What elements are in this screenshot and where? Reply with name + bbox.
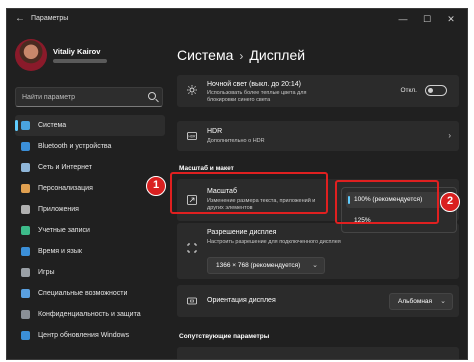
sidebar-item-label: Персонализация xyxy=(38,185,93,192)
night-light-card[interactable]: Ночной свет (выкл. до 20:14) Использоват… xyxy=(177,75,459,107)
brightness-icon xyxy=(187,85,197,95)
scale-section-title: Масштаб и макет xyxy=(179,165,234,172)
sidebar-item-label: Система xyxy=(38,122,67,129)
orientation-icon xyxy=(187,297,197,305)
breadcrumb-separator: › xyxy=(239,49,244,63)
highlight-scale-options xyxy=(335,180,439,224)
night-light-desc-2: блокировки синего света xyxy=(207,97,271,103)
search-input[interactable] xyxy=(22,91,142,103)
hdr-icon: HDR xyxy=(187,132,197,140)
user-name: Vitaliy Kairov xyxy=(53,47,101,56)
resolution-select[interactable]: 1366 × 768 (рекомендуется) ⌄ xyxy=(207,257,325,274)
highlight-scale-setting xyxy=(170,172,328,214)
search-box[interactable] xyxy=(15,87,163,107)
orientation-card[interactable]: Ориентация дисплея Альбомная ⌄ xyxy=(177,285,459,317)
title-bar: ← Параметры — ☐ ✕ xyxy=(7,9,467,31)
svg-text:HDR: HDR xyxy=(189,135,197,139)
night-light-title: Ночной свет (выкл. до 20:14) xyxy=(207,81,301,88)
hdr-title: HDR xyxy=(207,128,223,135)
resolution-value: 1366 × 768 (рекомендуется) xyxy=(216,262,301,269)
breadcrumb-parent[interactable]: Система xyxy=(177,47,233,63)
chevron-down-icon: ⌄ xyxy=(312,262,318,269)
sidebar-item-label: Игры xyxy=(38,269,55,276)
person-icon xyxy=(21,226,30,235)
orientation-select[interactable]: Альбомная ⌄ xyxy=(389,293,453,310)
step-badge-1: 1 xyxy=(146,176,166,196)
sidebar-item[interactable]: Система xyxy=(15,115,165,136)
app-title: Параметры xyxy=(31,15,69,22)
sidebar-item-label: Специальные возможности xyxy=(38,290,128,297)
sidebar-item-label: Приложения xyxy=(38,206,79,213)
sidebar-item[interactable]: Конфиденциальность и защита xyxy=(15,304,165,325)
bluetooth-icon xyxy=(21,142,30,151)
globe-clock-icon xyxy=(21,247,30,256)
night-light-toggle[interactable] xyxy=(425,85,447,96)
sidebar-item-label: Учетные записи xyxy=(38,227,90,234)
sidebar-item-label: Центр обновления Windows xyxy=(38,332,130,339)
maximize-button[interactable]: ☐ xyxy=(417,12,437,26)
resolution-icon xyxy=(187,243,197,253)
step-badge-2: 2 xyxy=(440,192,460,212)
sidebar-item[interactable]: Сеть и Интернет xyxy=(15,157,165,178)
sidebar-item[interactable]: Время и язык xyxy=(15,241,165,262)
resolution-desc: Настроить разрешение для подключенного д… xyxy=(207,239,341,245)
sidebar-item-label: Сеть и Интернет xyxy=(38,164,92,171)
user-email-redacted xyxy=(53,59,107,63)
hdr-card[interactable]: HDR HDR Дополнительно о HDR › xyxy=(177,121,459,151)
resolution-title: Разрешение дисплея xyxy=(207,229,277,236)
sidebar-item-label: Bluetooth и устройства xyxy=(38,143,112,150)
shield-icon xyxy=(21,310,30,319)
sidebar-item[interactable]: Bluetooth и устройства xyxy=(15,136,165,157)
sidebar-nav: Система Bluetooth и устройства Сеть и Инте… xyxy=(15,115,165,346)
related-card[interactable] xyxy=(177,347,459,359)
sidebar-item[interactable]: Персонализация xyxy=(15,178,165,199)
sidebar-item-label: Время и язык xyxy=(38,248,82,255)
hdr-desc: Дополнительно о HDR xyxy=(207,138,265,144)
back-arrow-icon[interactable]: ← xyxy=(15,13,25,24)
breadcrumb: Система › Дисплей xyxy=(177,47,305,63)
apps-icon xyxy=(21,205,30,214)
brush-icon xyxy=(21,184,30,193)
search-icon[interactable] xyxy=(148,92,156,100)
orientation-value: Альбомная xyxy=(398,298,433,305)
wifi-icon xyxy=(21,163,30,172)
orientation-title: Ориентация дисплея xyxy=(207,297,276,304)
accessibility-icon xyxy=(21,289,30,298)
sidebar-item-label: Конфиденциальность и защита xyxy=(38,311,141,318)
gamepad-icon xyxy=(21,268,30,277)
page-title: Дисплей xyxy=(249,47,306,63)
avatar[interactable] xyxy=(15,39,47,71)
minimize-button[interactable]: — xyxy=(393,12,413,26)
close-button[interactable]: ✕ xyxy=(441,12,461,26)
sidebar-item[interactable]: Специальные возможности xyxy=(15,283,165,304)
night-light-toggle-label: Откл. xyxy=(400,87,417,94)
sidebar-item[interactable]: Игры xyxy=(15,262,165,283)
chevron-right-icon: › xyxy=(448,131,451,140)
sidebar-item[interactable]: Центр обновления Windows xyxy=(15,325,165,346)
monitor-icon xyxy=(21,121,30,130)
chevron-down-icon: ⌄ xyxy=(440,298,446,305)
sidebar-item[interactable]: Учетные записи xyxy=(15,220,165,241)
update-icon xyxy=(21,331,30,340)
sidebar-item[interactable]: Приложения xyxy=(15,199,165,220)
related-section-title: Сопутствующие параметры xyxy=(179,333,270,340)
